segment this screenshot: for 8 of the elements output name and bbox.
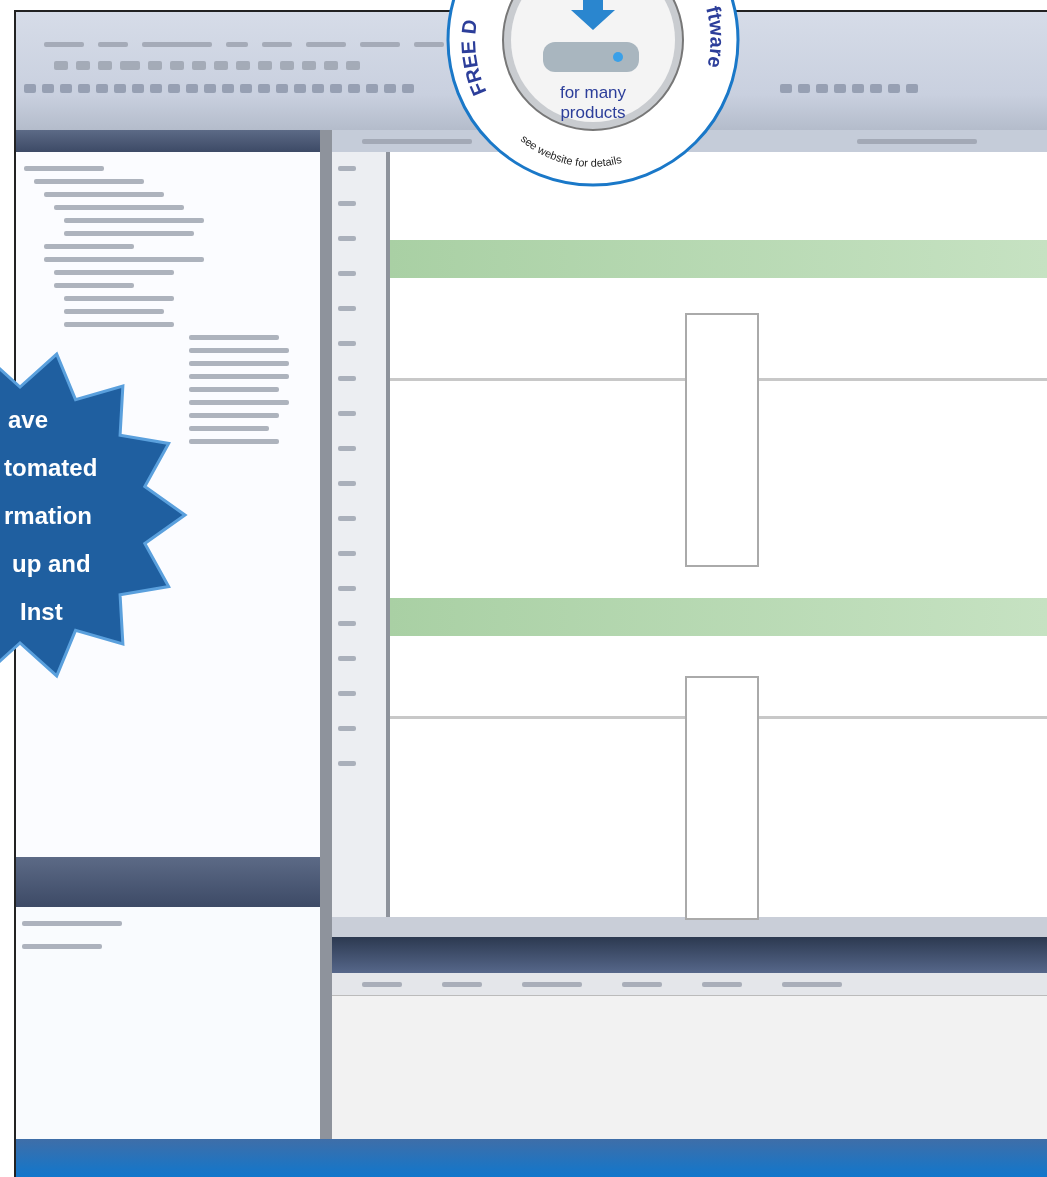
badge-text: ave [8,406,49,433]
badge-text: products [560,103,626,122]
badge-text: up and [12,550,91,577]
badge-text: for many [559,83,627,102]
badge-text: rmation [4,502,92,529]
badge-text: tomated [4,454,98,481]
badge-text: Inst [20,598,63,625]
download-icon [543,0,639,72]
